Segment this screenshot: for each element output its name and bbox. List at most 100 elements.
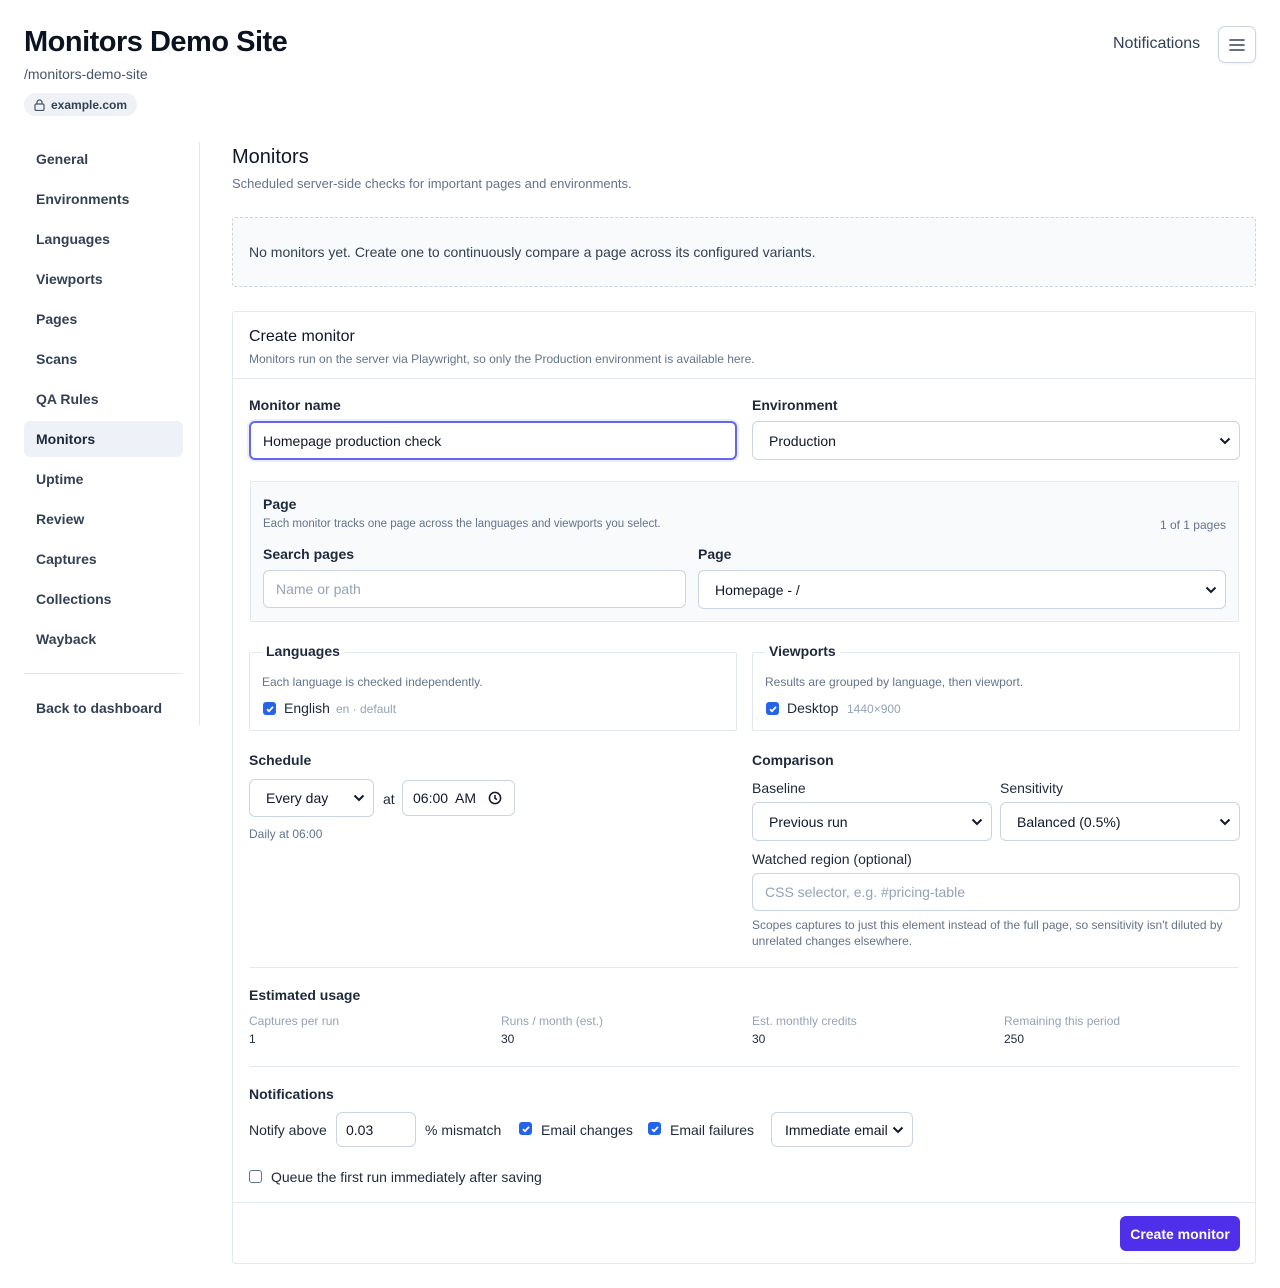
sidebar-item-captures[interactable]: Captures [24, 541, 183, 577]
environment-select[interactable]: Production [752, 421, 1240, 460]
empty-state-text: No monitors yet. Create one to continuou… [249, 244, 816, 260]
schedule-time-input[interactable]: 06:00 AM [402, 780, 515, 816]
chevron-down-icon [353, 794, 365, 802]
viewports-legend: Viewports [765, 643, 840, 659]
desktop-checkbox[interactable] [766, 702, 779, 715]
back-to-dashboard-link[interactable]: Back to dashboard [24, 690, 183, 726]
sidebar-item-general[interactable]: General [24, 141, 183, 177]
sidebar-item-wayback[interactable]: Wayback [24, 621, 183, 657]
sidebar-item-review[interactable]: Review [24, 501, 183, 537]
search-pages-input[interactable]: Name or path [263, 570, 686, 608]
card-subtitle: Monitors run on the server via Playwrigh… [249, 352, 755, 366]
chevron-down-icon [1205, 586, 1217, 593]
english-label: English [284, 700, 330, 716]
sidebar-item-environments[interactable]: Environments [24, 181, 183, 217]
page-select-label: Page [698, 546, 732, 562]
sensitivity-select[interactable]: Balanced (0.5%) [1000, 802, 1240, 841]
baseline-value: Previous run [769, 813, 848, 830]
hamburger-icon [1229, 38, 1245, 51]
comparison-label: Comparison [752, 752, 834, 768]
notify-threshold-value: 0.03 [346, 1121, 374, 1138]
email-changes-checkbox[interactable] [519, 1122, 532, 1135]
clock-icon[interactable] [488, 791, 502, 805]
usage-title: Estimated usage [249, 987, 361, 1003]
environment-value: Production [769, 432, 836, 449]
sidebar-item-uptime[interactable]: Uptime [24, 461, 183, 497]
notify-threshold-input[interactable]: 0.03 [336, 1112, 416, 1147]
mismatch-label: % mismatch [425, 1122, 502, 1138]
domain-badge: example.com [24, 93, 138, 116]
notify-above-label: Notify above [249, 1122, 327, 1138]
empty-state: No monitors yet. Create one to continuou… [232, 217, 1256, 287]
viewports-help: Results are grouped by language, then vi… [765, 675, 1024, 689]
email-failures-checkbox[interactable] [648, 1122, 661, 1135]
schedule-frequency-value: Every day [266, 790, 329, 806]
domain-label: example.com [51, 97, 128, 112]
chevron-down-icon [1219, 437, 1231, 444]
check-icon [521, 1125, 530, 1133]
notifications-link[interactable]: Notifications [1113, 35, 1200, 53]
sidebar-item-monitors[interactable]: Monitors [24, 421, 183, 457]
card-footer-divider [233, 1202, 1255, 1203]
lock-icon [34, 98, 45, 111]
page-title: Monitors [232, 146, 309, 168]
usage-captures-per-run-value: 1 [249, 1032, 256, 1046]
schedule-time-value: 06:00 AM [413, 790, 477, 806]
monitor-name-label: Monitor name [249, 397, 341, 413]
english-checkbox[interactable] [263, 702, 276, 715]
queue-first-run-label: Queue the first run immediately after sa… [271, 1169, 542, 1185]
schedule-summary: Daily at 06:00 [249, 827, 323, 841]
schedule-frequency-select[interactable]: Every day [249, 779, 374, 817]
check-icon [768, 705, 777, 713]
page-section-title: Page [263, 496, 297, 512]
desktop-label: Desktop [787, 700, 839, 716]
languages-legend: Languages [262, 643, 344, 659]
site-title: Monitors Demo Site [24, 26, 288, 58]
sidebar-item-scans[interactable]: Scans [24, 341, 183, 377]
sidebar-item-qa-rules[interactable]: QA Rules [24, 381, 183, 417]
chevron-down-icon [1219, 818, 1231, 825]
create-monitor-button[interactable]: Create monitor [1120, 1216, 1240, 1251]
create-monitor-card: Create monitor Monitors run on the serve… [232, 311, 1256, 1264]
search-pages-label: Search pages [263, 546, 355, 562]
check-icon [265, 705, 274, 713]
sidebar-item-languages[interactable]: Languages [24, 221, 183, 257]
watched-region-help-line-1: Scopes captures to just this element ins… [752, 918, 1223, 932]
sidebar-item-collections[interactable]: Collections [24, 581, 183, 617]
search-pages-placeholder: Name or path [276, 581, 361, 597]
sidebar-border [199, 142, 200, 725]
monitor-name-value: Homepage production check [263, 432, 442, 449]
page-count: 1 of 1 pages [1159, 518, 1226, 532]
usage-runs-per-month-label: Runs / month (est.) [501, 1014, 604, 1028]
environment-label: Environment [752, 397, 838, 413]
site-slug: /monitors-demo-site [24, 66, 148, 82]
card-header-divider [233, 378, 1255, 379]
delivery-select[interactable]: Immediate email [771, 1112, 913, 1147]
usage-monthly-credits-label: Est. monthly credits [752, 1014, 857, 1028]
page-select[interactable]: Homepage - / [698, 570, 1226, 609]
chevron-down-icon [971, 818, 983, 825]
notifications-title: Notifications [249, 1086, 334, 1102]
usage-monthly-credits-value: 30 [752, 1032, 766, 1046]
menu-button[interactable] [1218, 26, 1256, 63]
watched-region-input[interactable]: CSS selector, e.g. #pricing-table [752, 873, 1240, 911]
email-changes-label: Email changes [541, 1122, 633, 1138]
usage-captures-per-run-label: Captures per run [249, 1014, 340, 1028]
check-icon [650, 1125, 659, 1133]
queue-first-run-checkbox[interactable] [249, 1170, 262, 1183]
schedule-at-label: at [383, 791, 395, 807]
email-failures-label: Email failures [670, 1122, 755, 1138]
card-title: Create monitor [249, 328, 355, 345]
monitor-name-input[interactable]: Homepage production check [249, 421, 737, 460]
page-section: Page Each monitor tracks one page across… [250, 481, 1239, 622]
baseline-select[interactable]: Previous run [752, 802, 992, 841]
sidebar-item-viewports[interactable]: Viewports [24, 261, 183, 297]
sensitivity-value: Balanced (0.5%) [1017, 813, 1121, 830]
watched-region-label: Watched region (optional) [752, 851, 912, 867]
sidebar-item-pages[interactable]: Pages [24, 301, 183, 337]
baseline-label: Baseline [752, 780, 806, 796]
english-meta: en · default [336, 702, 397, 716]
usage-remaining-value: 250 [1004, 1032, 1025, 1046]
desktop-meta: 1440×900 [847, 702, 901, 716]
delivery-value: Immediate email [785, 1121, 888, 1138]
